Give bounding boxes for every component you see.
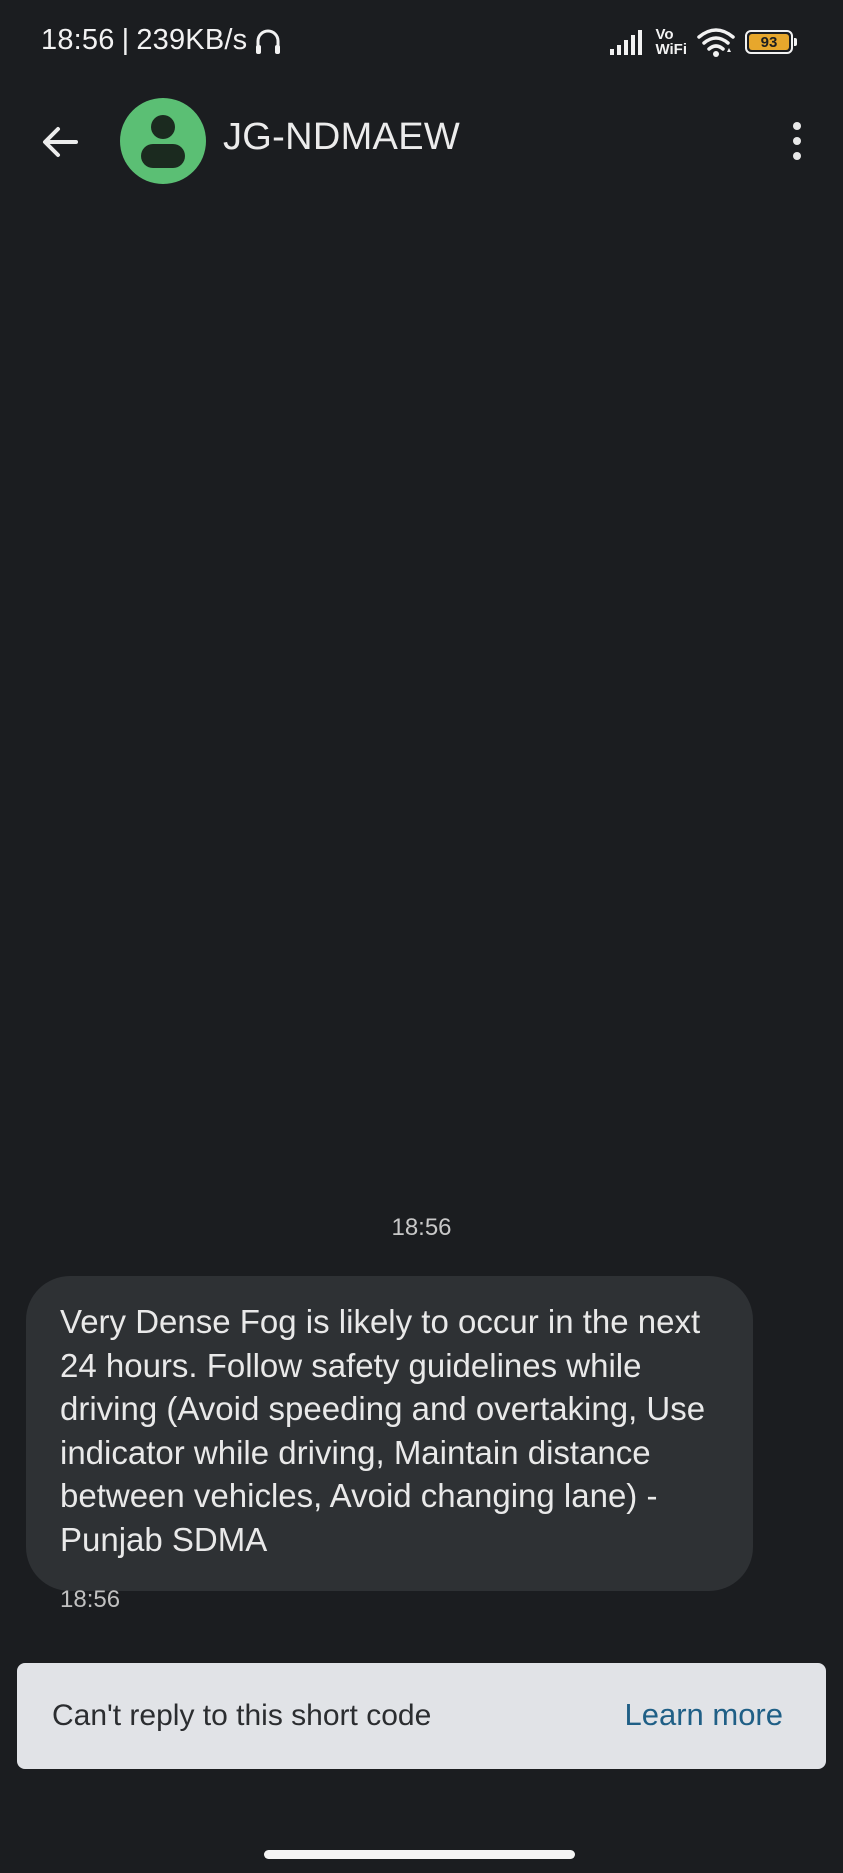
back-button[interactable]: [33, 115, 87, 169]
battery-level: 93: [749, 34, 789, 51]
cant-reply-notice: Can't reply to this short code Learn mor…: [17, 1663, 826, 1769]
notice-text: Can't reply to this short code: [52, 1699, 432, 1732]
network-speed: 239KB/s: [136, 24, 248, 56]
more-options-button[interactable]: [777, 113, 817, 169]
headphone-icon: [256, 29, 281, 54]
gesture-navigation-bar[interactable]: [264, 1850, 575, 1859]
more-vertical-dot: [793, 137, 801, 145]
vowifi-bottom: WiFi: [655, 41, 687, 58]
avatar[interactable]: [120, 98, 206, 184]
vowifi-top: Vo: [655, 26, 674, 43]
more-vertical-dot: [793, 152, 801, 160]
message-time: 18:56: [60, 1586, 121, 1613]
conversation-timestamp: 18:56: [391, 1214, 452, 1241]
status-left: 18:56 | 239KB/s: [41, 24, 283, 57]
status-right: Vo WiFi 93: [609, 26, 797, 58]
more-vertical-icon: [793, 122, 801, 130]
message-bubble[interactable]: Very Dense Fog is likely to occur in the…: [26, 1276, 753, 1591]
battery-icon: 93: [745, 30, 797, 54]
status-separator: |: [121, 24, 130, 56]
signal-icon: [610, 30, 643, 55]
avatar-person-body: [141, 144, 185, 168]
contact-name[interactable]: JG-NDMAEW: [223, 116, 460, 159]
app-bar: JG-NDMAEW: [0, 88, 843, 194]
arrow-left-icon: [43, 127, 78, 157]
wifi-icon: [697, 28, 735, 57]
status-time: 18:56: [41, 24, 115, 56]
avatar-person-icon: [151, 115, 175, 139]
learn-more-link[interactable]: Learn more: [624, 1697, 783, 1733]
vowifi-icon: Vo WiFi: [655, 27, 687, 57]
status-bar: 18:56 | 239KB/s Vo WiFi 93: [0, 0, 843, 88]
